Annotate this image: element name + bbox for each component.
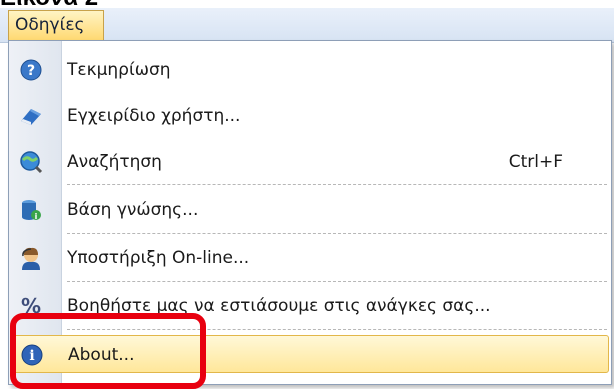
menu-item-label: Αναζήτηση bbox=[67, 152, 162, 172]
menu-separator bbox=[67, 233, 607, 234]
menu-item-documentation[interactable]: ? Τεκμηρίωση bbox=[11, 51, 609, 89]
menu-item-online-support[interactable]: Υποστήριξη On-line... bbox=[11, 239, 609, 277]
menu-item-label: Εγχειρίδιο χρήστη... bbox=[67, 106, 241, 126]
svg-text:i: i bbox=[29, 348, 34, 364]
knowledge-base-icon: i bbox=[19, 198, 43, 222]
svg-text:%: % bbox=[21, 295, 41, 317]
support-person-icon bbox=[19, 246, 43, 270]
shortcut-label: Ctrl+F bbox=[508, 152, 563, 172]
menu-item-label: Βάση γνώσης... bbox=[67, 200, 199, 220]
svg-text:?: ? bbox=[27, 63, 35, 79]
menu-item-label: About... bbox=[68, 345, 135, 365]
help-dropdown-menu: ? Τεκμηρίωση Εγχειρίδιο χρήστη... Αναζήτ… bbox=[8, 40, 612, 385]
menu-item-about[interactable]: i About... bbox=[11, 335, 609, 373]
menu-item-search[interactable]: Αναζήτηση Ctrl+F bbox=[11, 143, 609, 181]
search-globe-icon bbox=[19, 150, 43, 174]
menu-item-feedback[interactable]: % Βοηθήστε μας να εστιάσουμε στις ανάγκε… bbox=[11, 287, 609, 325]
svg-text:i: i bbox=[35, 212, 38, 221]
menu-item-label: Βοηθήστε μας να εστιάσουμε στις ανάγκες … bbox=[67, 296, 491, 316]
menu-separator bbox=[67, 184, 607, 185]
menu-help[interactable]: Οδηγίες bbox=[8, 10, 104, 40]
manual-book-icon bbox=[19, 104, 43, 128]
info-icon: i bbox=[20, 343, 44, 367]
menu-item-user-manual[interactable]: Εγχειρίδιο χρήστη... bbox=[11, 97, 609, 135]
menu-item-label: Τεκμηρίωση bbox=[67, 60, 171, 80]
menu-item-knowledge-base[interactable]: i Βάση γνώσης... bbox=[11, 191, 609, 229]
menu-separator bbox=[67, 281, 607, 282]
menu-separator bbox=[67, 329, 607, 330]
menu-item-label: Υποστήριξη On-line... bbox=[67, 248, 250, 268]
help-icon: ? bbox=[19, 58, 43, 82]
percent-icon: % bbox=[19, 294, 43, 318]
